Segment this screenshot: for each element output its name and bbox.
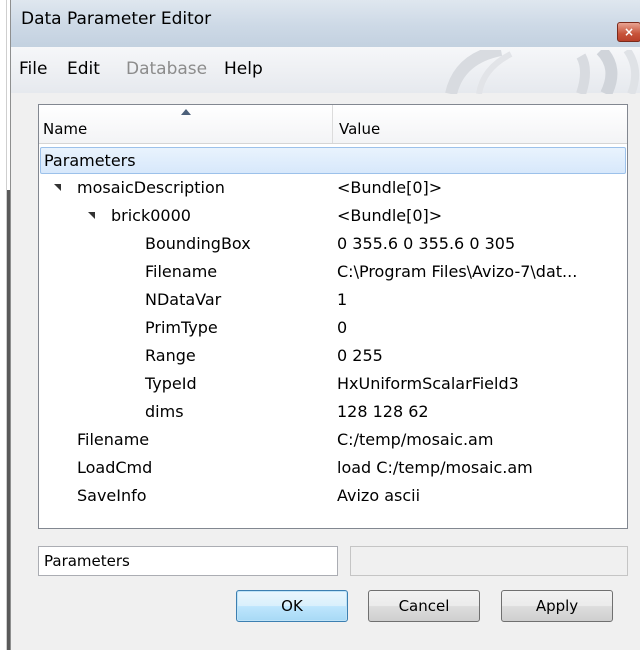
menu-file[interactable]: File [19, 59, 47, 79]
tree-row[interactable]: LoadCmd load C:/temp/mosaic.am [40, 455, 626, 482]
row-name: dims [145, 402, 184, 421]
title-bar[interactable]: Data Parameter Editor × [11, 0, 640, 48]
tree-row[interactable]: SaveInfo Avizo ascii [40, 483, 626, 510]
row-value: 0 355.6 0 355.6 0 305 [337, 234, 516, 253]
row-value: 0 255 [337, 346, 383, 365]
row-name: NDataVar [145, 290, 222, 309]
row-value: 128 128 62 [337, 402, 429, 421]
row-name: PrimType [145, 318, 218, 337]
status-path-field: Parameters [38, 546, 338, 576]
row-value: <Bundle[0]> [337, 178, 443, 197]
tree-row[interactable]: Filename C:\Program Files\Avizo-7\dat... [40, 259, 626, 286]
row-value: Avizo ascii [337, 486, 421, 505]
row-name: Range [145, 346, 196, 365]
row-name: TypeId [145, 374, 197, 393]
row-value: <Bundle[0]> [337, 206, 443, 225]
row-value: load C:/temp/mosaic.am [337, 458, 533, 477]
row-value: HxUniformScalarField3 [337, 374, 519, 393]
menu-edit[interactable]: Edit [67, 59, 100, 79]
status-path-text: Parameters [44, 552, 130, 570]
menu-database[interactable]: Database [126, 59, 207, 79]
collapse-arrow-icon[interactable] [54, 184, 61, 191]
menu-help[interactable]: Help [224, 59, 263, 79]
tree-row[interactable]: dims 128 128 62 [40, 399, 626, 426]
tree-row[interactable]: brick0000 <Bundle[0]> [40, 203, 626, 230]
row-value: 0 [337, 318, 348, 337]
row-name: mosaicDescription [77, 178, 225, 197]
sort-ascending-icon [181, 109, 191, 115]
row-name: brick0000 [111, 206, 191, 225]
close-button[interactable]: × [617, 22, 640, 42]
tree-header: Name Value [39, 105, 627, 144]
window-title: Data Parameter Editor [21, 9, 212, 29]
tree-row[interactable]: NDataVar 1 [40, 287, 626, 314]
cancel-button[interactable]: Cancel [368, 590, 480, 622]
parameter-tree[interactable]: Name Value Parameters mosaicDescription … [38, 104, 628, 529]
row-name: LoadCmd [77, 458, 153, 477]
dialog-window: Data Parameter Editor × File Edit Databa… [10, 0, 640, 650]
row-name: Filename [77, 430, 150, 449]
row-value: 1 [337, 290, 348, 309]
tree-row[interactable]: Range 0 255 [40, 343, 626, 370]
row-name: BoundingBox [145, 234, 251, 253]
apply-button[interactable]: Apply [501, 590, 613, 622]
column-separator[interactable] [332, 105, 333, 143]
tree-row[interactable]: BoundingBox 0 355.6 0 355.6 0 305 [40, 231, 626, 258]
row-name: Filename [145, 262, 218, 281]
collapse-arrow-icon[interactable] [88, 212, 95, 219]
row-name: SaveInfo [77, 486, 147, 505]
row-value: C:\Program Files\Avizo-7\dat... [337, 262, 578, 281]
tree-row[interactable]: mosaicDescription <Bundle[0]> [40, 175, 626, 202]
column-header-name[interactable]: Name [43, 120, 87, 138]
row-value: C:/temp/mosaic.am [337, 430, 494, 449]
decorative-logo-watermark [445, 50, 640, 94]
tree-row[interactable]: Filename C:/temp/mosaic.am [40, 427, 626, 454]
status-info-field [350, 546, 628, 576]
ok-button[interactable]: OK [236, 590, 348, 622]
column-header-value[interactable]: Value [339, 120, 380, 138]
tree-row[interactable]: TypeId HxUniformScalarField3 [40, 371, 626, 398]
row-name: Parameters [44, 151, 136, 170]
tree-row-parameters[interactable]: Parameters [40, 147, 626, 174]
tree-row[interactable]: PrimType 0 [40, 315, 626, 342]
